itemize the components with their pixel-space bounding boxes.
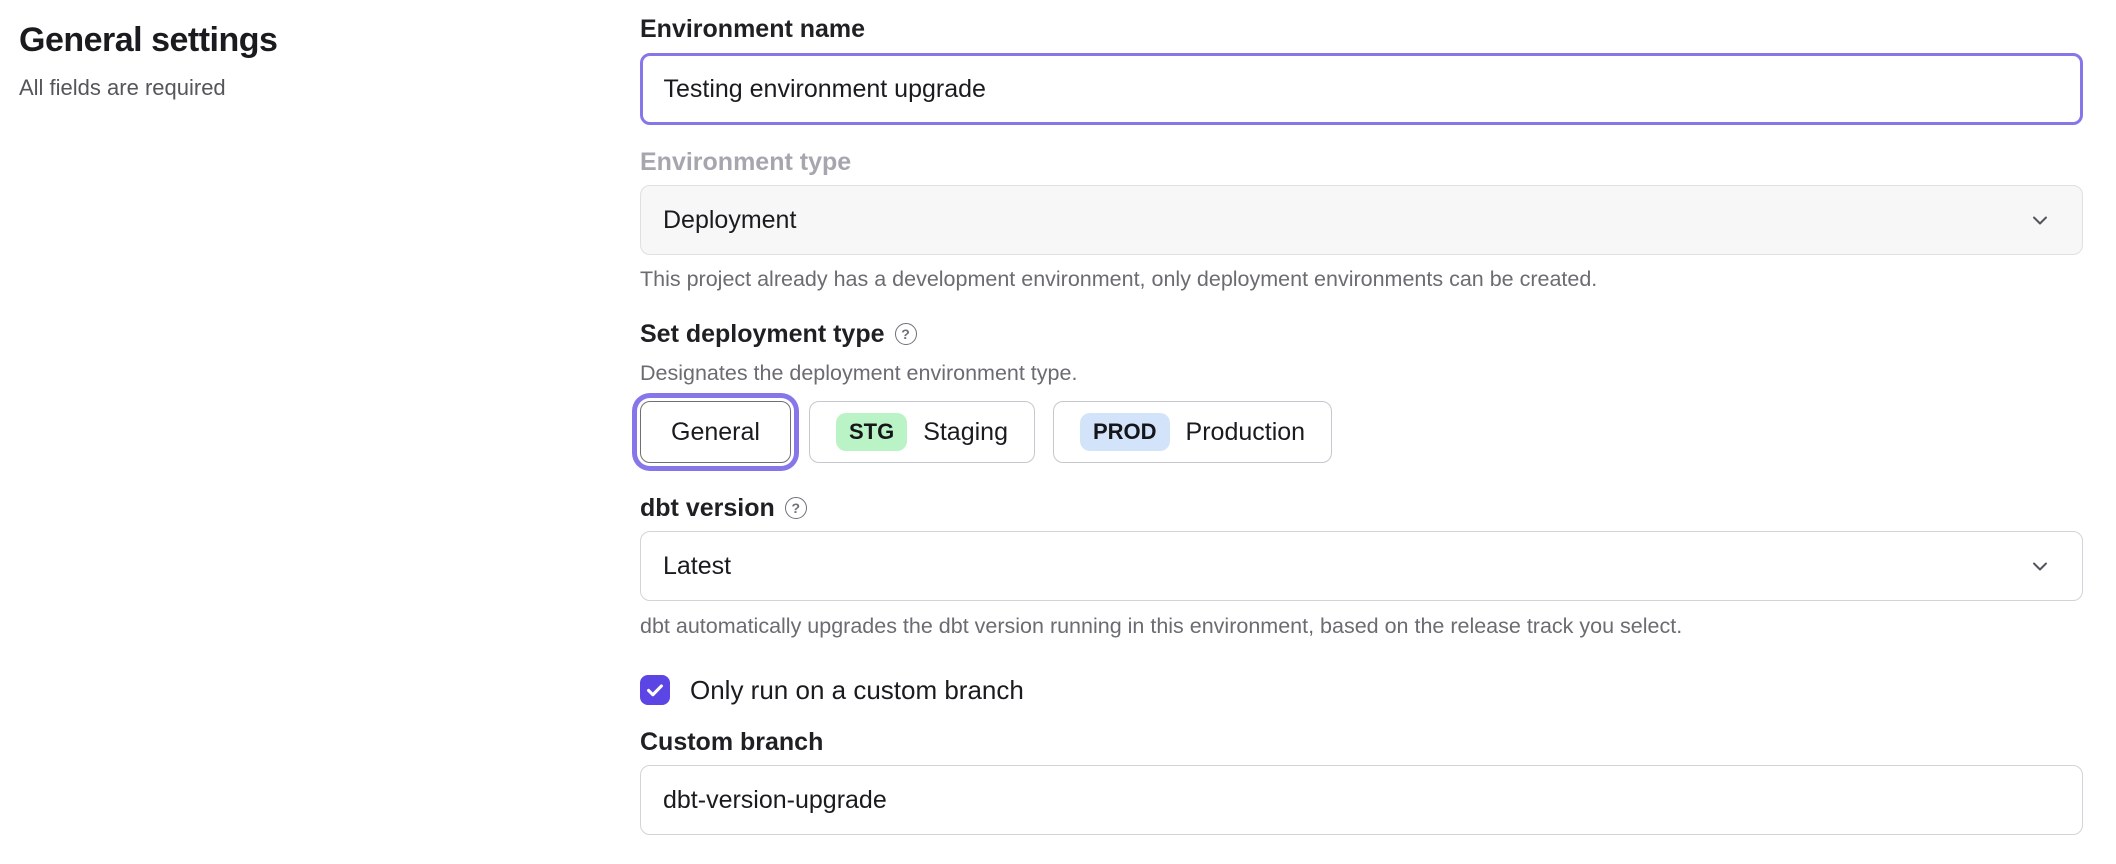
deployment-type-staging-button[interactable]: STG Staging — [809, 401, 1035, 463]
settings-header: General settings All fields are required — [19, 20, 579, 102]
dbt-version-label: dbt version — [640, 493, 775, 523]
environment-type-helper: This project already has a development e… — [640, 263, 2083, 295]
deployment-type-general-label: General — [671, 418, 760, 447]
help-icon[interactable]: ? — [895, 323, 917, 345]
environment-settings-form: Environment name Environment type Deploy… — [640, 0, 2083, 835]
checkmark-icon — [644, 679, 666, 701]
deployment-type-label: Set deployment type — [640, 319, 885, 349]
environment-type-value: Deployment — [663, 206, 796, 235]
custom-branch-checkbox[interactable] — [640, 675, 670, 705]
chevron-down-icon — [2028, 208, 2052, 232]
dbt-version-select[interactable]: Latest — [640, 531, 2083, 601]
custom-branch-toggle-row: Only run on a custom branch — [640, 675, 2083, 705]
chevron-down-icon — [2028, 554, 2052, 578]
custom-branch-label: Custom branch — [640, 727, 2083, 757]
page-subtitle: All fields are required — [19, 74, 579, 102]
deployment-type-helper: Designates the deployment environment ty… — [640, 357, 2083, 389]
production-badge: PROD — [1080, 413, 1170, 451]
environment-type-select: Deployment — [640, 185, 2083, 255]
custom-branch-input[interactable] — [640, 765, 2083, 835]
page-title: General settings — [19, 20, 579, 60]
deployment-type-staging-label: Staging — [923, 418, 1008, 447]
deployment-type-production-button[interactable]: PROD Production — [1053, 401, 1332, 463]
dbt-version-label-row: dbt version ? — [640, 493, 2083, 523]
environment-name-label: Environment name — [640, 14, 2083, 44]
environment-name-input[interactable] — [640, 53, 2083, 125]
dbt-version-helper: dbt automatically upgrades the dbt versi… — [640, 610, 2083, 642]
custom-branch-toggle-label[interactable]: Only run on a custom branch — [690, 675, 1024, 706]
deployment-type-production-label: Production — [1186, 418, 1306, 447]
help-icon[interactable]: ? — [785, 497, 807, 519]
dbt-version-value: Latest — [663, 552, 731, 581]
environment-type-label: Environment type — [640, 147, 2083, 177]
deployment-type-label-row: Set deployment type ? — [640, 319, 2083, 349]
staging-badge: STG — [836, 413, 907, 451]
deployment-type-general-button[interactable]: General — [640, 401, 791, 463]
deployment-type-options: General STG Staging PROD Production — [640, 401, 2083, 463]
